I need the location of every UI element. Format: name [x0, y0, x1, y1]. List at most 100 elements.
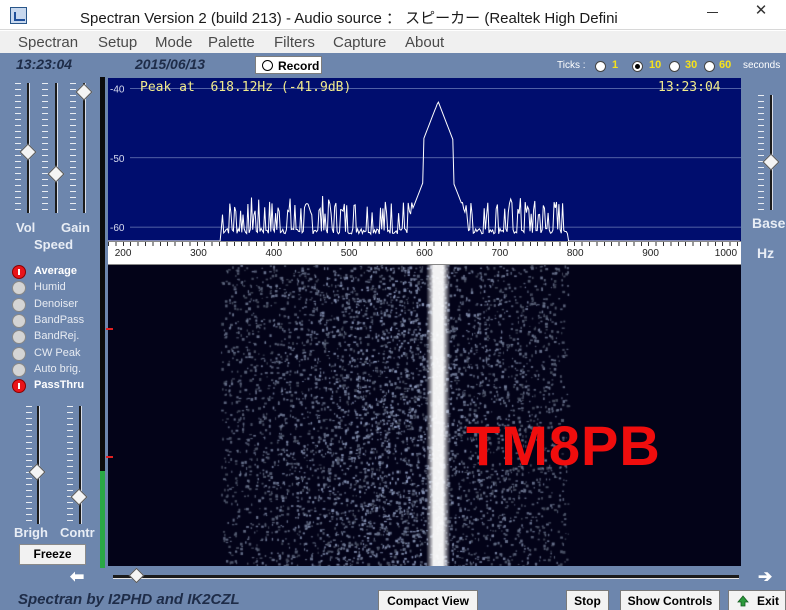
speed-slider[interactable] — [83, 83, 85, 213]
record-icon — [262, 60, 273, 71]
contr-slider-thumb[interactable] — [70, 488, 88, 506]
record-label: Record — [278, 59, 320, 73]
speed-slider-scale — [70, 83, 76, 213]
app-icon — [10, 7, 27, 24]
gain-slider[interactable] — [55, 83, 57, 213]
scroll-left-arrow-icon[interactable]: ⬅ — [70, 567, 84, 587]
option-off-icon[interactable] — [12, 313, 26, 328]
vol-slider-scale — [15, 83, 21, 213]
frequency-tick-label: 800 — [566, 248, 584, 259]
spectrum-time: 13:23:04 — [658, 80, 721, 95]
menu-about[interactable]: About — [405, 34, 444, 51]
frequency-tick-label: 600 — [416, 248, 433, 259]
frequency-tick-label: 500 — [340, 248, 358, 259]
stop-button[interactable]: Stop — [566, 590, 609, 610]
frequency-axis: 200 300 400 500 600 700 800 900 1000 — [108, 241, 741, 265]
minimize-button[interactable] — [700, 0, 726, 24]
frequency-tick-label: 400 — [265, 248, 283, 259]
hz-label: Hz — [757, 245, 775, 261]
base-slider-thumb[interactable] — [762, 153, 780, 171]
menu-spectran[interactable]: Spectran — [18, 34, 78, 51]
ticks-radio-60[interactable] — [704, 61, 715, 72]
gain-slider-thumb[interactable] — [47, 165, 65, 183]
close-button[interactable]: ✕ — [736, 0, 786, 24]
base-slider-scale — [758, 95, 764, 210]
waterfall-marker — [106, 328, 113, 330]
freeze-button[interactable]: Freeze — [19, 544, 86, 565]
option-label: Denoiser — [34, 297, 79, 310]
frequency-tick-label: 300 — [190, 248, 207, 259]
menu-capture[interactable]: Capture — [333, 34, 386, 51]
callsign-overlay: TM8PB — [466, 414, 661, 477]
waterfall-marker — [106, 456, 113, 458]
frequency-tick-label: 200 — [114, 248, 132, 259]
speed-slider-thumb[interactable] — [75, 83, 93, 101]
menu-palette[interactable]: Palette — [208, 34, 255, 51]
contr-label: Contr — [60, 525, 95, 540]
db-tick-label: -40 — [110, 84, 125, 95]
seconds-label: seconds — [743, 60, 781, 71]
base-label: Base — [752, 215, 786, 231]
title-bar: Spectran Version 2 (build 213) - Audio s… — [0, 0, 786, 30]
frequency-tick-label: 900 — [642, 248, 659, 259]
vol-label: Vol — [16, 220, 36, 235]
option-label: CW Peak — [34, 346, 81, 359]
credit-text: Spectran by I2PHD and IK2CZL — [18, 591, 240, 608]
level-meter-fill — [100, 471, 105, 568]
window-title: Spectran Version 2 (build 213) - Audio s… — [80, 10, 618, 27]
menu-bar: Spectran Setup Mode Palette Filters Capt… — [0, 31, 786, 53]
date-readout: 2015/06/13 — [135, 56, 206, 72]
db-tick-label: -50 — [110, 154, 125, 165]
brigh-slider-scale — [26, 406, 32, 524]
clock-readout: 13:23:04 — [16, 56, 73, 72]
ticks-radio-30[interactable] — [669, 61, 680, 72]
exit-icon — [737, 595, 749, 607]
contr-slider-scale — [67, 406, 73, 524]
option-off-icon[interactable] — [12, 362, 26, 377]
peak-readout: Peak at 618.12Hz (-41.9dB) — [140, 80, 352, 95]
option-off-icon[interactable] — [12, 330, 26, 345]
spectrum-display[interactable]: -40 -50 -60 Peak at 618.12Hz (-41.9dB) 13:… — [108, 78, 741, 241]
option-label: BandPass — [34, 313, 85, 326]
option-label: Humid — [34, 281, 66, 294]
menu-mode[interactable]: Mode — [155, 34, 193, 51]
ticks-value-30: 30 — [685, 59, 698, 71]
gain-label: Gain — [61, 220, 90, 235]
option-label: PassThru — [34, 379, 85, 392]
contr-slider[interactable] — [79, 406, 81, 524]
ticks-radio-1[interactable] — [595, 61, 606, 72]
exit-button[interactable]: Exit — [728, 590, 786, 610]
record-button[interactable]: Record — [255, 56, 322, 74]
compact-view-button[interactable]: Compact View — [378, 590, 478, 610]
option-off-icon[interactable] — [12, 346, 26, 361]
brigh-label: Brigh — [14, 525, 48, 540]
spectrum-plot: -40 -50 -60 — [108, 84, 741, 241]
waterfall-display[interactable]: TM8PB — [108, 265, 741, 566]
vol-slider-thumb[interactable] — [19, 143, 37, 161]
ticks-value-10: 10 — [649, 59, 662, 71]
spectrum-trace — [108, 100, 740, 241]
option-label: Auto brig. — [34, 362, 82, 375]
option-off-icon[interactable] — [12, 281, 26, 296]
position-slider-thumb[interactable] — [128, 567, 145, 584]
option-off-icon[interactable] — [12, 297, 26, 312]
position-slider[interactable] — [113, 575, 739, 578]
frequency-tick-label: 700 — [491, 248, 509, 259]
exit-label: Exit — [757, 594, 780, 608]
option-label: BandRej. — [34, 330, 80, 343]
db-tick-label: -60 — [110, 223, 125, 234]
frequency-tick-label: 1000 — [714, 248, 738, 259]
gain-slider-scale — [42, 83, 48, 213]
option-on-icon[interactable] — [12, 265, 26, 279]
menu-filters[interactable]: Filters — [274, 34, 315, 51]
option-label: Average — [34, 265, 78, 277]
speed-label: Speed — [34, 237, 74, 252]
menu-setup[interactable]: Setup — [98, 34, 137, 51]
option-on-icon[interactable] — [12, 379, 26, 394]
scroll-right-arrow-icon[interactable]: ➔ — [758, 567, 772, 587]
ticks-label: Ticks : — [557, 60, 586, 71]
ticks-radio-10[interactable] — [632, 61, 643, 72]
show-controls-button[interactable]: Show Controls — [620, 590, 720, 610]
ticks-value-60: 60 — [719, 59, 732, 71]
frequency-axis-ticks — [108, 242, 741, 246]
